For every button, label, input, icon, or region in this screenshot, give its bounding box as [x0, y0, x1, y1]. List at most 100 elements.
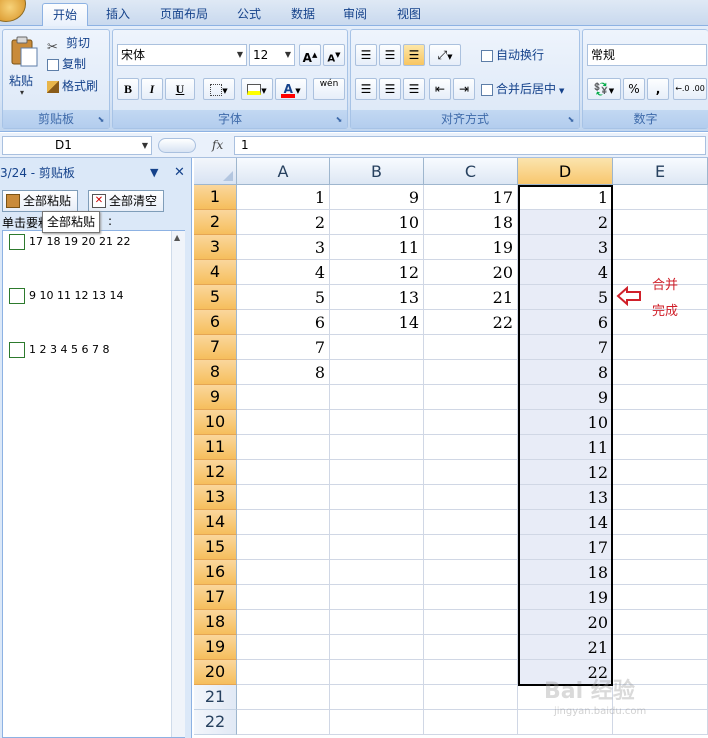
- cell-d13[interactable]: 13: [518, 485, 613, 510]
- cell-d3[interactable]: 3: [518, 235, 613, 260]
- font-size-combo[interactable]: 12 ▼: [249, 44, 295, 66]
- bold-button[interactable]: B: [117, 78, 139, 100]
- cell-c8[interactable]: [424, 360, 518, 385]
- cell-c13[interactable]: [424, 485, 518, 510]
- cell-a20[interactable]: [237, 660, 330, 685]
- cell-e10[interactable]: [613, 410, 708, 435]
- tab-data[interactable]: 数据: [282, 3, 324, 26]
- cell-c2[interactable]: 18: [424, 210, 518, 235]
- row-header[interactable]: 12: [194, 460, 237, 485]
- cut-button[interactable]: ✂ 剪切: [47, 32, 90, 55]
- row-header[interactable]: 13: [194, 485, 237, 510]
- cell-b6[interactable]: 14: [330, 310, 424, 335]
- merge-center-button[interactable]: 合并后居中 ▼: [481, 78, 564, 100]
- cell-d17[interactable]: 19: [518, 585, 613, 610]
- cell-e15[interactable]: [613, 535, 708, 560]
- borders-button[interactable]: ▼: [203, 78, 235, 100]
- align-top-button[interactable]: ☰: [355, 44, 377, 66]
- cell-e7[interactable]: [613, 335, 708, 360]
- cell-a10[interactable]: [237, 410, 330, 435]
- wrap-text-button[interactable]: 自动换行: [481, 44, 544, 66]
- row-header[interactable]: 3: [194, 235, 237, 260]
- cell-a16[interactable]: [237, 560, 330, 585]
- cell-d7[interactable]: 7: [518, 335, 613, 360]
- orientation-button[interactable]: ⤢▼: [429, 44, 461, 66]
- cell-d8[interactable]: 8: [518, 360, 613, 385]
- shrink-font-button[interactable]: A▼: [323, 44, 345, 66]
- cell-e19[interactable]: [613, 635, 708, 660]
- cell-c16[interactable]: [424, 560, 518, 585]
- format-painter-button[interactable]: 格式刷: [47, 75, 98, 97]
- cell-b7[interactable]: [330, 335, 424, 360]
- column-header-b[interactable]: B: [330, 158, 424, 185]
- cell-a19[interactable]: [237, 635, 330, 660]
- clipboard-item[interactable]: 1 2 3 4 5 6 7 8: [9, 341, 109, 359]
- cell-b10[interactable]: [330, 410, 424, 435]
- pane-options-icon[interactable]: ▼: [150, 162, 158, 184]
- row-header[interactable]: 2: [194, 210, 237, 235]
- align-left-button[interactable]: ☰: [355, 78, 377, 100]
- cell-b22[interactable]: [330, 710, 424, 735]
- cell-a4[interactable]: 4: [237, 260, 330, 285]
- cell-a8[interactable]: 8: [237, 360, 330, 385]
- row-header[interactable]: 10: [194, 410, 237, 435]
- cell-c3[interactable]: 19: [424, 235, 518, 260]
- tab-review[interactable]: 审阅: [334, 3, 376, 26]
- row-header[interactable]: 11: [194, 435, 237, 460]
- cell-b12[interactable]: [330, 460, 424, 485]
- row-header[interactable]: 15: [194, 535, 237, 560]
- phonetic-guide-button[interactable]: wén: [313, 78, 345, 100]
- formula-input[interactable]: 1: [234, 136, 706, 155]
- cell-a7[interactable]: 7: [237, 335, 330, 360]
- comma-style-button[interactable]: ,: [647, 78, 669, 100]
- row-header[interactable]: 7: [194, 335, 237, 360]
- column-header-c[interactable]: C: [424, 158, 518, 185]
- close-icon[interactable]: ✕: [174, 162, 185, 184]
- increase-decimal-button[interactable]: ←.0 .00: [673, 78, 707, 100]
- cell-d1[interactable]: 1: [518, 185, 613, 210]
- worksheet-grid[interactable]: ABCDE 1 1 9 17 1 2 2 10 18 2 3 3 11 19 3 4 4 12 20 4 5 5 13 21 5…: [194, 158, 708, 738]
- cell-b4[interactable]: 12: [330, 260, 424, 285]
- cell-c1[interactable]: 17: [424, 185, 518, 210]
- scroll-up-icon[interactable]: ▲: [174, 233, 180, 242]
- cell-d16[interactable]: 18: [518, 560, 613, 585]
- cell-a15[interactable]: [237, 535, 330, 560]
- row-header[interactable]: 5: [194, 285, 237, 310]
- clipboard-item[interactable]: 17 18 19 20 21 22: [9, 233, 130, 251]
- cell-e16[interactable]: [613, 560, 708, 585]
- cell-b9[interactable]: [330, 385, 424, 410]
- cell-e3[interactable]: [613, 235, 708, 260]
- align-right-button[interactable]: ☰: [403, 78, 425, 100]
- cell-c14[interactable]: [424, 510, 518, 535]
- cell-b3[interactable]: 11: [330, 235, 424, 260]
- office-button[interactable]: [0, 0, 26, 22]
- underline-button[interactable]: U: [165, 78, 195, 100]
- cell-d4[interactable]: 4: [518, 260, 613, 285]
- cell-b16[interactable]: [330, 560, 424, 585]
- percent-button[interactable]: %: [623, 78, 645, 100]
- row-header[interactable]: 16: [194, 560, 237, 585]
- cell-a14[interactable]: [237, 510, 330, 535]
- cell-b2[interactable]: 10: [330, 210, 424, 235]
- cell-e12[interactable]: [613, 460, 708, 485]
- cell-c20[interactable]: [424, 660, 518, 685]
- cell-c6[interactable]: 22: [424, 310, 518, 335]
- cell-a12[interactable]: [237, 460, 330, 485]
- cell-b11[interactable]: [330, 435, 424, 460]
- fill-color-button[interactable]: ▼: [241, 78, 273, 100]
- cell-c7[interactable]: [424, 335, 518, 360]
- row-header[interactable]: 8: [194, 360, 237, 385]
- accounting-format-button[interactable]: 💱▼: [587, 78, 621, 100]
- tab-insert[interactable]: 插入: [98, 3, 138, 26]
- grow-font-button[interactable]: A▲: [299, 44, 321, 66]
- tab-view[interactable]: 视图: [388, 3, 430, 26]
- cell-c19[interactable]: [424, 635, 518, 660]
- column-header-d[interactable]: D: [518, 158, 613, 185]
- paste-dropdown-icon[interactable]: ▾: [20, 88, 24, 97]
- row-header[interactable]: 4: [194, 260, 237, 285]
- cell-b21[interactable]: [330, 685, 424, 710]
- cell-d9[interactable]: 9: [518, 385, 613, 410]
- align-middle-button[interactable]: ☰: [379, 44, 401, 66]
- cell-a5[interactable]: 5: [237, 285, 330, 310]
- cell-a18[interactable]: [237, 610, 330, 635]
